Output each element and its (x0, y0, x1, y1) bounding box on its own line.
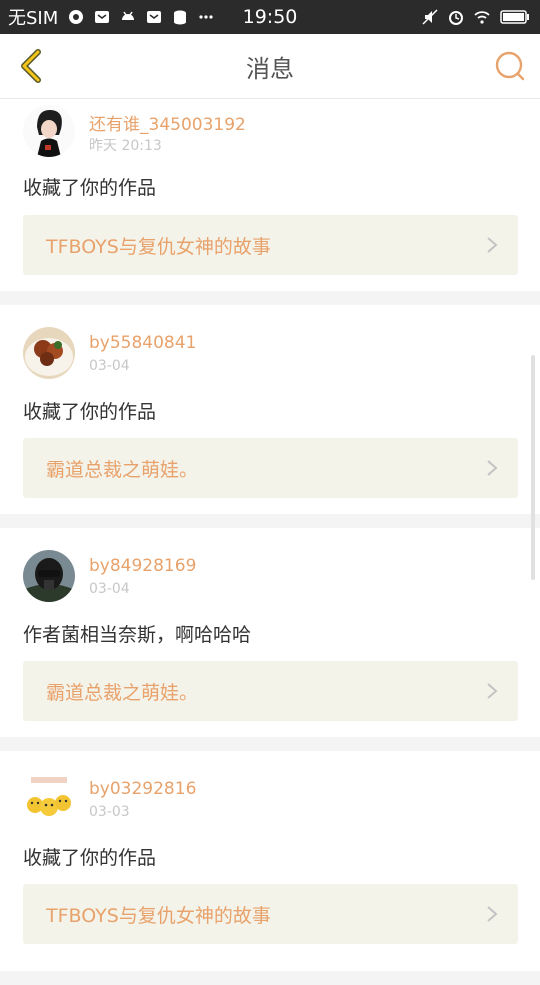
work-title: TFBOYS与复仇女神的故事 (46, 904, 271, 927)
message-card: by84928169 03-04 作者菌相当奈斯，啊哈哈哈 霸道总裁之萌娃。 (0, 528, 540, 737)
avatar[interactable] (23, 773, 75, 825)
username[interactable]: by03292816 (89, 779, 196, 799)
avatar[interactable] (23, 327, 75, 379)
wifi-icon (474, 11, 490, 24)
message-text: 收藏了你的作品 (23, 847, 157, 869)
message-text: 收藏了你的作品 (23, 177, 157, 199)
avatar[interactable] (23, 550, 75, 602)
mute-icon (422, 9, 438, 25)
work-title: TFBOYS与复仇女神的故事 (46, 235, 271, 258)
message-time: 03-04 (89, 358, 130, 374)
message-text: 作者菌相当奈斯，啊哈哈哈 (23, 624, 252, 646)
chevron-right-icon (487, 906, 498, 922)
page-title: 消息 (246, 54, 294, 83)
search-button[interactable] (494, 50, 526, 82)
scrollbar[interactable] (531, 355, 535, 580)
work-link[interactable]: 霸道总裁之萌娃。 (23, 438, 518, 498)
chevron-right-icon (487, 237, 498, 253)
work-link[interactable]: 霸道总裁之萌娃。 (23, 661, 518, 721)
avatar[interactable] (23, 105, 75, 157)
username[interactable]: 还有谁_345003192 (89, 110, 246, 135)
work-link[interactable]: TFBOYS与复仇女神的故事 (23, 884, 518, 944)
chevron-right-icon (487, 683, 498, 699)
message-card: by55840841 03-04 收藏了你的作品 霸道总裁之萌娃。 (0, 305, 540, 514)
message-card: by03292816 03-03 收藏了你的作品 TFBOYS与复仇女神的故事 (0, 751, 540, 971)
message-card: 还有谁_345003192 昨天 20:13 收藏了你的作品 TFBOYS与复仇… (0, 99, 540, 291)
message-list: 还有谁_345003192 昨天 20:13 收藏了你的作品 TFBOYS与复仇… (0, 99, 540, 985)
username[interactable]: by55840841 (89, 333, 196, 353)
username[interactable]: by84928169 (89, 556, 196, 576)
work-link[interactable]: TFBOYS与复仇女神的故事 (23, 215, 518, 275)
message-text: 收藏了你的作品 (23, 401, 157, 423)
status-bar: 无SIM 19:50 (0, 0, 540, 34)
nav-bar: 消息 (0, 34, 540, 99)
battery-icon (500, 10, 529, 24)
work-title: 霸道总裁之萌娃。 (46, 681, 199, 704)
message-time: 03-03 (89, 804, 130, 820)
status-right (422, 0, 530, 34)
alarm-icon (449, 11, 463, 25)
message-time: 03-04 (89, 581, 130, 597)
work-title: 霸道总裁之萌娃。 (46, 458, 199, 481)
chevron-right-icon (487, 460, 498, 476)
message-time: 昨天 20:13 (89, 138, 162, 154)
